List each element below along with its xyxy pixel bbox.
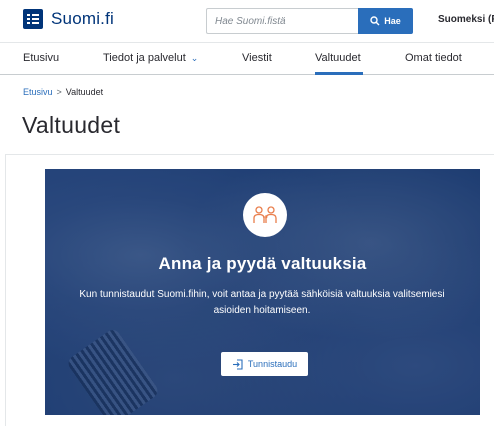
page-title: Valtuudet xyxy=(22,112,121,138)
breadcrumb-home-link[interactable]: Etusivu xyxy=(23,87,53,97)
hero-description: Kun tunnistaudut Suomi.fihin, voit antaa… xyxy=(79,289,445,316)
hero-title: Anna ja pyydä valtuuksia xyxy=(158,254,367,273)
top-header: Suomi.fi Hae Suomeksi (FI xyxy=(0,0,494,42)
breadcrumb-separator: > xyxy=(56,87,62,97)
search-input[interactable] xyxy=(206,8,358,34)
logo-text: Suomi.fi xyxy=(51,9,115,28)
search-button[interactable]: Hae xyxy=(358,8,413,34)
nav-item-label: Omat tiedot xyxy=(405,52,462,64)
main-nav: Etusivu Tiedot ja palvelut ⌄ Viestit Valt… xyxy=(0,42,494,75)
login-icon xyxy=(232,358,243,370)
login-button[interactable]: Tunnistaudu xyxy=(221,352,308,376)
search-button-label: Hae xyxy=(384,16,401,26)
suomi-fi-logo[interactable]: Suomi.fi xyxy=(23,9,114,29)
search-icon xyxy=(370,16,380,26)
breadcrumb: Etusivu > Valtuudet xyxy=(23,87,103,97)
login-button-label: Tunnistaudu xyxy=(247,359,298,369)
nav-item-viestit[interactable]: Viestit xyxy=(242,52,272,64)
chevron-down-icon: ⌄ xyxy=(190,53,199,63)
nav-item-valtuudet[interactable]: Valtuudet xyxy=(315,52,361,64)
breadcrumb-current: Valtuudet xyxy=(65,87,104,97)
logo-mark-icon xyxy=(23,9,43,29)
nav-item-omat-tiedot[interactable]: Omat tiedot xyxy=(405,52,462,64)
nav-item-label: Valtuudet xyxy=(315,52,361,64)
nav-item-tiedot-ja-palvelut[interactable]: Tiedot ja palvelut ⌄ xyxy=(103,52,198,64)
nav-item-label: Viestit xyxy=(242,52,272,64)
active-tab-indicator xyxy=(315,72,363,75)
nav-item-label: Etusivu xyxy=(23,52,60,64)
language-selector[interactable]: Suomeksi (FI xyxy=(438,14,494,25)
people-icon xyxy=(243,193,287,237)
nav-item-label: Tiedot ja palvelut xyxy=(103,52,186,64)
nav-item-etusivu[interactable]: Etusivu xyxy=(23,52,59,64)
